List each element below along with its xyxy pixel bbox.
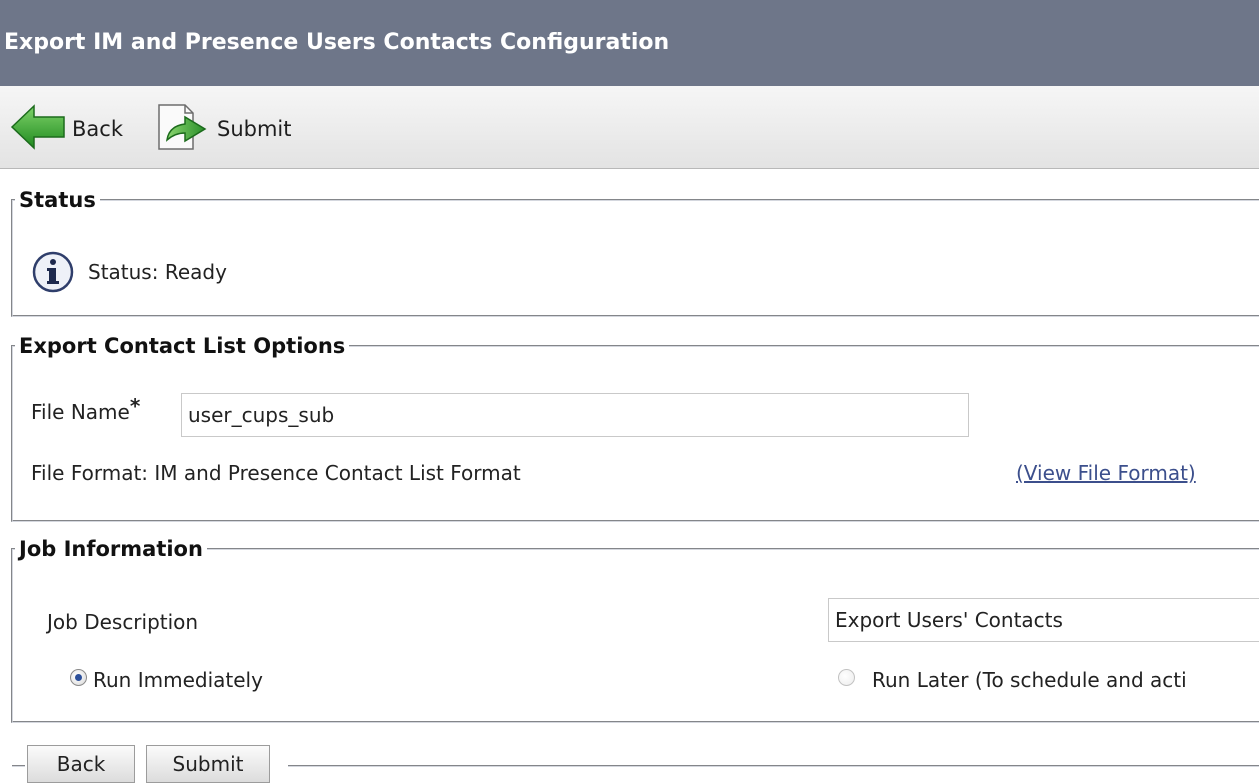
- bottom-divider-left: [12, 765, 25, 767]
- export-options-legend: Export Contact List Options: [19, 334, 346, 358]
- status-legend: Status: [19, 188, 96, 212]
- title-bar: Export IM and Presence Users Contacts Co…: [0, 0, 1259, 86]
- run-later-label: Run Later (To schedule and acti: [872, 668, 1187, 692]
- job-information-legend: Job Information: [19, 537, 203, 561]
- back-arrow-icon: [10, 104, 66, 154]
- toolbar-back-button[interactable]: Back: [10, 104, 123, 154]
- view-file-format-link[interactable]: (View File Format): [1016, 461, 1196, 485]
- submit-button[interactable]: Submit: [146, 745, 270, 783]
- toolbar-back-label: Back: [72, 117, 123, 141]
- page-title: Export IM and Presence Users Contacts Co…: [4, 30, 670, 55]
- info-icon: [31, 250, 75, 298]
- file-name-label: File Name*: [31, 394, 140, 424]
- submit-button-label: Submit: [172, 752, 244, 776]
- status-section: Status: [11, 188, 1259, 317]
- required-marker: *: [129, 394, 141, 418]
- run-later-radio[interactable]: [838, 669, 855, 686]
- job-description-label: Job Description: [47, 610, 199, 634]
- toolbar-submit-label: Submit: [217, 117, 292, 141]
- back-button[interactable]: Back: [27, 745, 135, 783]
- back-button-label: Back: [56, 752, 106, 776]
- run-immediately-radio[interactable]: [70, 669, 87, 686]
- toolbar-submit-button[interactable]: Submit: [155, 102, 292, 156]
- toolbar: Back Submit: [0, 86, 1259, 169]
- file-format-text: File Format: IM and Presence Contact Lis…: [31, 461, 521, 485]
- file-name-input[interactable]: user_cups_sub: [181, 393, 969, 437]
- file-name-value: user_cups_sub: [188, 403, 335, 427]
- bottom-divider-right: [288, 765, 1259, 767]
- status-text: Status: Ready: [88, 260, 227, 284]
- file-name-label-text: File Name: [31, 400, 130, 424]
- job-description-input[interactable]: Export Users' Contacts: [828, 598, 1259, 642]
- run-immediately-label: Run Immediately: [93, 668, 263, 692]
- submit-document-icon: [155, 102, 211, 156]
- job-description-value: Export Users' Contacts: [835, 608, 1063, 632]
